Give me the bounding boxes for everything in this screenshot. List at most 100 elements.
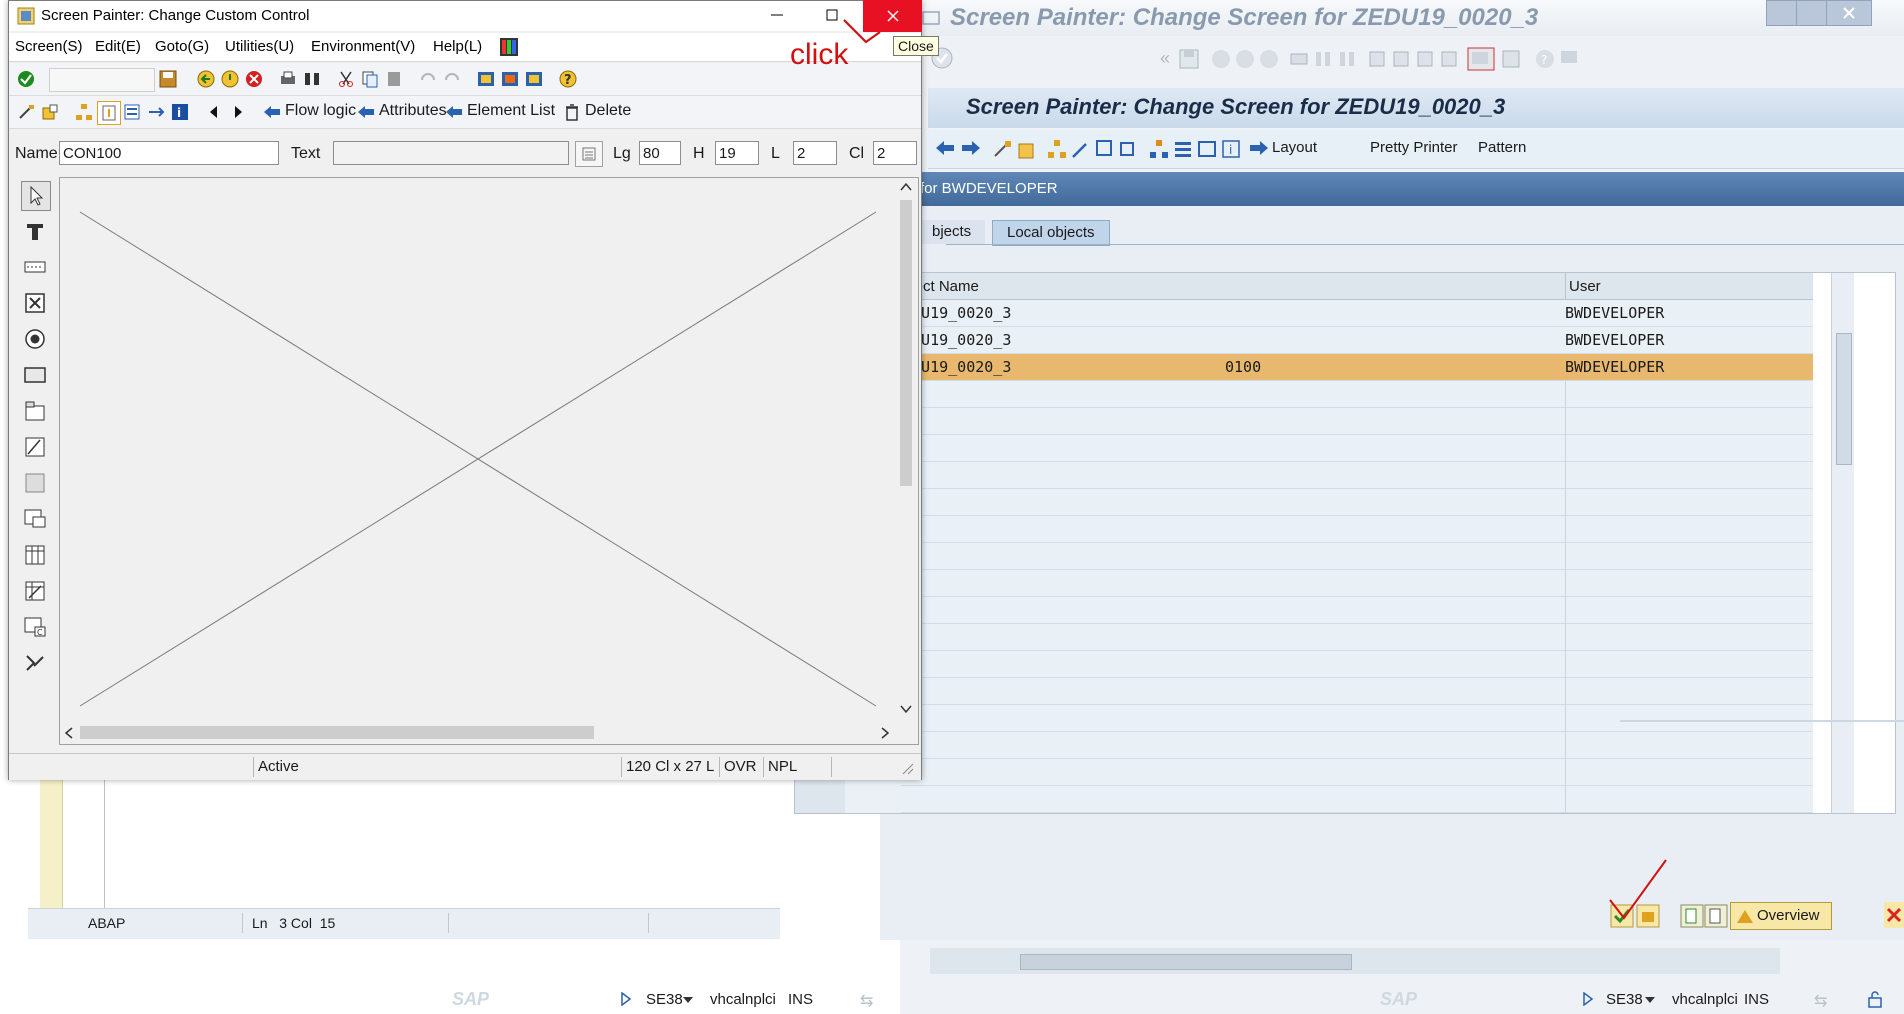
first-page-icon[interactable] [1366, 48, 1388, 74]
canvas-vertical-scrollbar[interactable] [896, 178, 917, 718]
table-control-tool-icon[interactable] [21, 541, 49, 569]
layout-arrow-icon[interactable] [1248, 138, 1270, 162]
maximize-button[interactable] [1796, 0, 1828, 26]
redo-icon[interactable] [441, 68, 463, 90]
layout-2-icon[interactable] [499, 68, 521, 90]
where-used-icon[interactable] [1094, 138, 1116, 164]
find-next-icon[interactable] [1336, 48, 1358, 74]
hierarchy-icon[interactable] [73, 101, 95, 123]
arrow-left-icon[interactable] [934, 138, 956, 162]
display-change-icon[interactable] [39, 101, 61, 123]
text-field[interactable] [333, 141, 569, 165]
wand-icon[interactable] [1070, 138, 1092, 164]
change-icon[interactable] [1704, 904, 1728, 932]
menu-screen[interactable]: Screen(S) [15, 38, 83, 55]
navigate-icon[interactable] [1118, 138, 1140, 164]
print-icon[interactable] [1288, 48, 1310, 74]
status-tcode[interactable]: SE38 [1606, 991, 1643, 1008]
status-shortcut-icon[interactable]: ⇆ [860, 991, 873, 1011]
next-page-icon[interactable] [1414, 48, 1436, 74]
customize-layout-icon[interactable] [499, 37, 519, 61]
status-dropdown-icon[interactable] [1644, 992, 1656, 1009]
menu-goto[interactable]: Goto(G) [155, 38, 209, 55]
paste-icon[interactable] [383, 68, 405, 90]
info-icon[interactable]: i [1220, 138, 1242, 164]
length-field[interactable]: 80 [639, 141, 681, 165]
back-icon[interactable] [1210, 48, 1232, 74]
box-tool-icon[interactable] [21, 469, 49, 497]
status-dropdown-icon[interactable] [682, 992, 694, 1009]
find-icon[interactable] [301, 68, 323, 90]
flow-logic-button[interactable]: Flow logic [285, 102, 356, 120]
scrollbar-thumb[interactable] [1020, 954, 1352, 970]
height-field[interactable]: 19 [715, 141, 759, 165]
save-icon[interactable] [1178, 48, 1200, 74]
back-icon[interactable] [195, 68, 217, 90]
line-field[interactable]: 2 [793, 141, 837, 165]
table-row[interactable]: EDU19_0020_3 BWDEVELOPER [901, 327, 1813, 354]
copy-icon[interactable] [359, 68, 381, 90]
overview-button[interactable]: Overview [1730, 902, 1832, 930]
help-icon[interactable]: ? [557, 68, 579, 90]
move-icon[interactable] [145, 101, 167, 123]
pushbutton-tool-icon[interactable] [21, 361, 49, 389]
delete-trash-icon[interactable] [561, 101, 583, 123]
menu-environment[interactable]: Environment(V) [311, 38, 415, 55]
element-list-arrow-icon[interactable] [443, 101, 465, 123]
previous-icon[interactable] [203, 101, 225, 123]
cancel-icon[interactable] [243, 68, 265, 90]
exit-icon[interactable] [219, 68, 241, 90]
attributes-arrow-icon[interactable] [355, 101, 377, 123]
pretty-printer-button[interactable]: Pretty Printer [1370, 139, 1458, 156]
tree-icon[interactable] [1148, 138, 1170, 164]
layout-1-icon[interactable] [475, 68, 497, 90]
resize-grip-icon[interactable] [899, 760, 915, 780]
layout-3-icon[interactable] [523, 68, 545, 90]
column-field[interactable]: 2 [873, 141, 917, 165]
table-wizard-icon[interactable] [21, 577, 49, 605]
scrollbar-thumb[interactable] [1836, 333, 1852, 465]
next-icon[interactable] [227, 101, 249, 123]
save-icon[interactable] [157, 68, 179, 90]
scrollbar-thumb[interactable] [80, 726, 594, 739]
table-row-selected[interactable]: EDU19_0020_3 0100 BWDEVELOPER [901, 354, 1813, 381]
help-icon[interactable]: ? [1534, 48, 1556, 74]
minimize-button[interactable] [1766, 0, 1798, 26]
text-field-tool-icon[interactable] [21, 217, 49, 245]
arrow-right-icon[interactable] [960, 138, 982, 162]
edit-pencil-icon[interactable] [15, 101, 37, 123]
last-page-icon[interactable] [1438, 48, 1460, 74]
field-attributes-icon[interactable] [97, 101, 121, 125]
maximize-icon[interactable] [823, 7, 841, 27]
activate-icon[interactable] [1016, 138, 1038, 164]
tab-local-objects[interactable]: Local objects [992, 220, 1110, 246]
dict-fields-icon[interactable] [121, 101, 143, 123]
status-shortcut-icon[interactable]: ⇆ [1814, 991, 1827, 1011]
tab-objects[interactable]: bjects [918, 220, 986, 244]
prev-page-icon[interactable] [1390, 48, 1412, 74]
print-icon[interactable] [277, 68, 299, 90]
col-user[interactable]: User [1569, 278, 1601, 295]
status-play-icon[interactable] [620, 991, 632, 1010]
info-icon[interactable]: i [169, 101, 191, 123]
status-icon-tool-icon[interactable] [21, 649, 49, 677]
flow-logic-arrow-icon[interactable] [261, 101, 283, 123]
radio-button-tool-icon[interactable] [21, 325, 49, 353]
command-field[interactable] [49, 68, 155, 92]
shortcut-icon[interactable] [1500, 48, 1522, 74]
checkbox-tool-icon[interactable] [21, 289, 49, 317]
delete-button[interactable]: Delete [585, 102, 631, 120]
screen-canvas[interactable] [59, 177, 919, 745]
scrollbar-thumb[interactable] [900, 200, 912, 486]
element-list-button[interactable]: Element List [467, 102, 555, 120]
icon-picker-icon[interactable] [575, 141, 603, 167]
tabstrip-tool-icon[interactable] [21, 397, 49, 425]
table-vertical-scrollbar[interactable] [1831, 273, 1854, 813]
hierarchy-icon[interactable] [1046, 138, 1068, 164]
subscreen-tool-icon[interactable] [21, 505, 49, 533]
toggle-icon[interactable] [992, 138, 1014, 164]
pattern-button[interactable]: Pattern [1478, 139, 1526, 156]
canvas-horizontal-scrollbar[interactable] [60, 722, 896, 743]
cancel-icon[interactable] [1258, 48, 1280, 74]
tabstrip-wizard-icon[interactable] [21, 433, 49, 461]
